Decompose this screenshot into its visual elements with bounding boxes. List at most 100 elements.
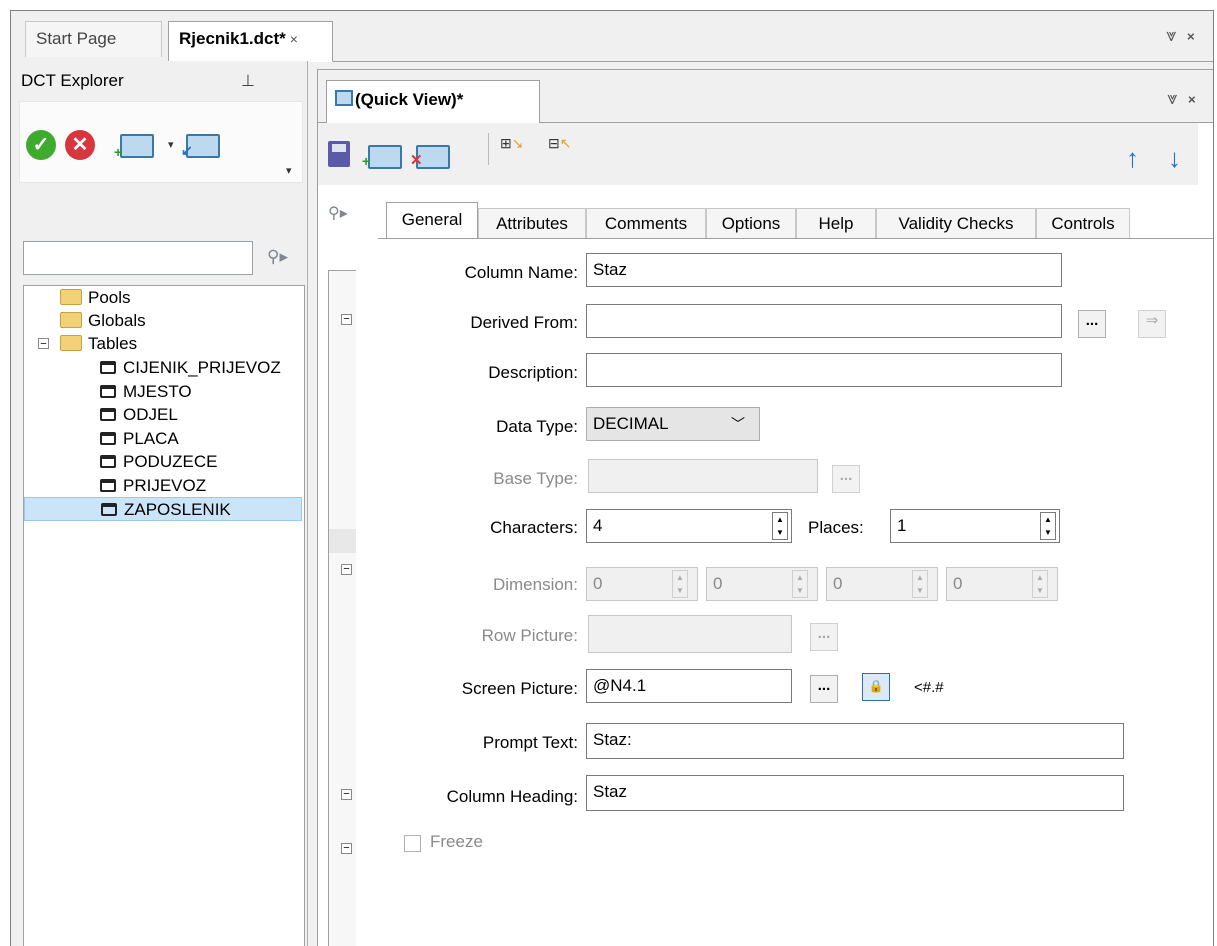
collapse-icon[interactable]: − [341, 843, 352, 854]
tab-help[interactable]: Help [796, 208, 876, 240]
tree-label: PRIJEVOZ [123, 476, 207, 495]
overflow-icon[interactable]: ▾ [286, 164, 292, 177]
places-stepper[interactable]: ▲ ▼ [1040, 512, 1056, 540]
screen-picture-preview: <#.# [914, 679, 944, 696]
characters-input[interactable]: 4 [586, 509, 792, 543]
accept-icon[interactable]: ✓ [26, 130, 56, 160]
tree-item-table[interactable]: CIJENIK_PRIJEVOZ [100, 356, 281, 380]
expand-all-icon[interactable]: ⊞↘ [500, 135, 523, 152]
general-form: Column Name: Staz Derived From: ... ⇒ De… [378, 238, 1213, 946]
search-icon[interactable]: ⚲▸ [267, 247, 288, 267]
folder-icon [60, 312, 82, 328]
dictionary-tree[interactable]: Pools Globals − Tables CIJENIK_PRIJEVOZ M… [23, 285, 305, 946]
table-icon [100, 479, 116, 492]
derived-from-label: Derived From: [470, 313, 578, 332]
save-icon[interactable] [328, 141, 350, 167]
collapse-all-icon[interactable]: ⊟↖ [548, 135, 571, 152]
panel-buttons[interactable]: ⩔⨯ [1167, 88, 1206, 109]
tab-comments[interactable]: Comments [586, 208, 706, 240]
dimension-stepper[interactable]: ▲ ▼ [792, 570, 808, 598]
derived-from-browse-button[interactable]: ... [1078, 310, 1106, 338]
tree-label: Tables [88, 334, 138, 353]
column-name-label: Column Name: [464, 263, 578, 282]
add-item-icon[interactable]: + [114, 134, 154, 160]
collapse-icon[interactable]: − [38, 338, 49, 350]
edit-item-icon[interactable]: ↙ [181, 134, 220, 158]
row-picture-browse-button[interactable]: ... [810, 623, 838, 651]
collapse-icon[interactable]: − [341, 789, 352, 800]
chevron-down-icon[interactable]: ▾ [168, 138, 174, 151]
collapse-icon[interactable]: − [341, 564, 352, 575]
places-input[interactable]: 1 [890, 509, 1060, 543]
tab-quick-view[interactable]: (Quick View)* [326, 80, 540, 123]
tree-item-table-selected[interactable]: ZAPOSLENIK [24, 497, 302, 521]
tree-label: PLACA [123, 429, 179, 448]
tab-general[interactable]: General [386, 202, 478, 240]
tree-item-tables[interactable]: − Tables [38, 332, 138, 356]
search-input[interactable] [23, 241, 253, 275]
window-buttons[interactable]: ⩔⨯ [1166, 25, 1205, 46]
tree-item-table[interactable]: PRIJEVOZ [100, 474, 206, 498]
tree-label: Globals [88, 311, 146, 330]
chevron-down-icon: ﹀ [731, 416, 745, 432]
quick-view-toolbar: + ✕ ⊞↘ ⊟↖ ↑ ↓ [318, 123, 1198, 185]
tree-item-globals[interactable]: Globals [60, 309, 146, 333]
move-up-icon[interactable]: ↑ [1126, 143, 1139, 174]
go-to-derived-icon[interactable]: ⇒ [1138, 310, 1166, 338]
row-picture-input[interactable] [588, 615, 792, 653]
column-name-input[interactable]: Staz [586, 253, 1062, 287]
base-type-browse-button[interactable]: ... [832, 465, 860, 493]
data-type-select[interactable]: DECIMAL ﹀ [586, 407, 760, 441]
dimension-stepper[interactable]: ▲ ▼ [1032, 570, 1048, 598]
close-icon[interactable]: × [290, 31, 298, 47]
column-heading-input[interactable]: Staz [586, 775, 1124, 811]
quick-view-tab-bar: (Quick View)* ⩔⨯ [318, 70, 1213, 123]
table-icon [335, 90, 353, 106]
data-type-value: DECIMAL [593, 414, 669, 433]
close-icon[interactable]: ⨯ [1188, 88, 1206, 108]
dropdown-icon[interactable]: ⩔ [1166, 25, 1186, 45]
tree-item-table[interactable]: MJESTO [100, 380, 192, 404]
tree-item-table[interactable]: PLACA [100, 427, 179, 451]
delete-column-icon[interactable]: ✕ [410, 145, 450, 169]
tree-item-pools[interactable]: Pools [60, 286, 131, 310]
tab-options[interactable]: Options [706, 208, 796, 240]
data-type-label: Data Type: [496, 417, 578, 436]
pin-icon[interactable]: ⊥ [241, 71, 255, 91]
add-column-icon[interactable]: + [362, 145, 402, 169]
characters-stepper[interactable]: ▲ ▼ [772, 512, 788, 540]
dct-explorer-panel: DCT Explorer ⊥ ✓ ✕ + ▾ ↙ ▾ ⚲▸ Pools Glob… [11, 61, 308, 946]
tab-start-label: Start Page [36, 29, 117, 48]
tree-item-table[interactable]: PODUZECE [100, 450, 217, 474]
table-icon [101, 503, 117, 516]
tree-item-table[interactable]: ODJEL [100, 403, 178, 427]
lock-icon[interactable]: 🔒 [862, 673, 890, 701]
freeze-checkbox[interactable] [404, 835, 421, 852]
tab-controls[interactable]: Controls [1036, 208, 1130, 240]
derived-from-input[interactable] [586, 304, 1062, 338]
freeze-label: Freeze [430, 832, 483, 851]
cancel-icon[interactable]: ✕ [65, 130, 95, 160]
description-input[interactable] [586, 353, 1062, 387]
tab-validity-checks[interactable]: Validity Checks [876, 208, 1036, 240]
dimension-stepper[interactable]: ▲ ▼ [912, 570, 928, 598]
tab-start-page[interactable]: Start Page [25, 21, 162, 57]
move-down-icon[interactable]: ↓ [1168, 143, 1181, 174]
tab-rjecnik[interactable]: Rjecnik1.dct* × [168, 21, 333, 62]
screen-picture-browse-button[interactable]: ... [810, 675, 838, 703]
dimension-stepper[interactable]: ▲ ▼ [672, 570, 688, 598]
tree-label: Pools [88, 288, 131, 307]
base-type-input[interactable] [588, 459, 818, 493]
dropdown-icon[interactable]: ⩔ [1167, 88, 1187, 108]
screen-picture-input[interactable]: @N4.1 [586, 669, 792, 703]
collapse-icon[interactable]: − [341, 314, 352, 325]
tab-attributes[interactable]: Attributes [478, 208, 586, 240]
folder-icon [60, 289, 82, 305]
toolbar-separator [488, 133, 489, 165]
column-heading-label: Column Heading: [446, 787, 578, 806]
close-icon[interactable]: ⨯ [1187, 25, 1205, 45]
table-icon [100, 432, 116, 445]
prompt-text-input[interactable]: Staz: [586, 723, 1124, 759]
prompt-text-label: Prompt Text: [482, 733, 578, 752]
gutter-search-icon[interactable]: ⚲▸ [328, 203, 348, 223]
